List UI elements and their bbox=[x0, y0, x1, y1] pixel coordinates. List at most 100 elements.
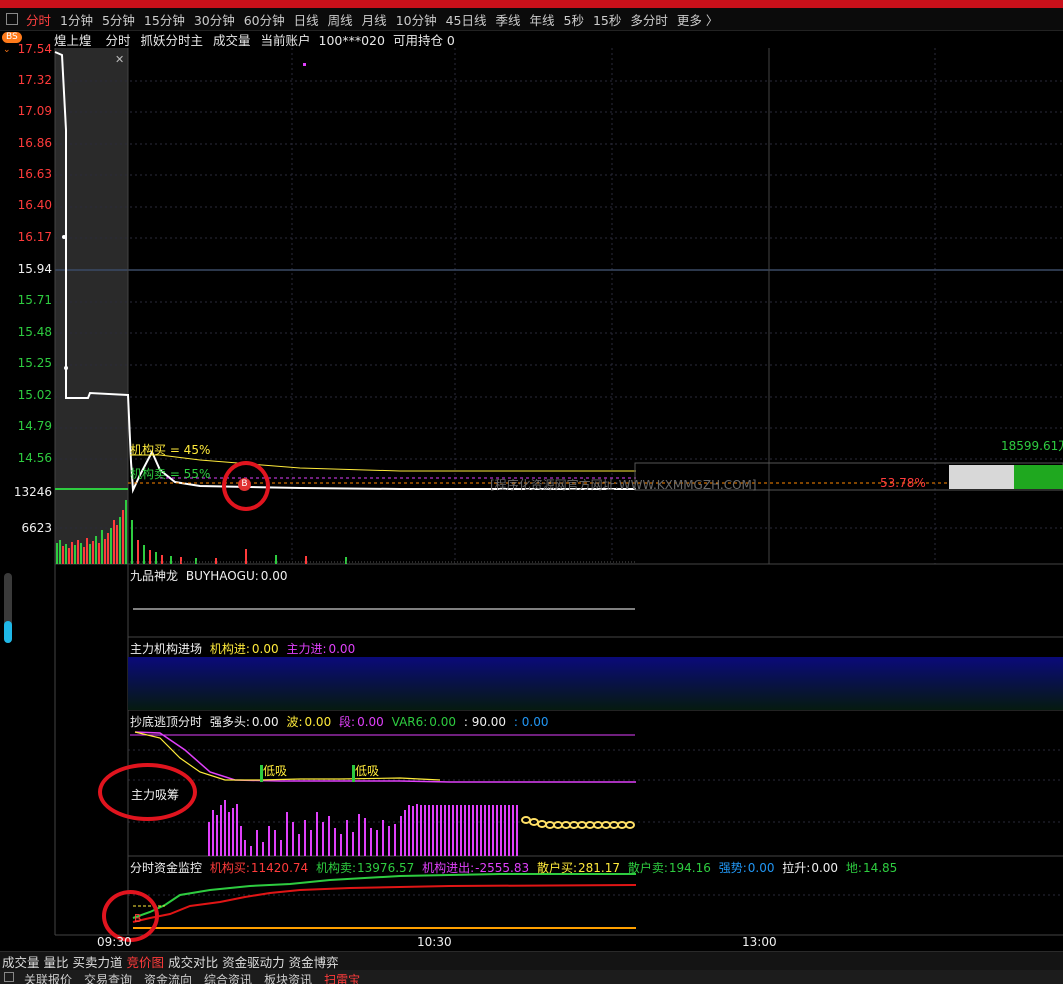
period-tab[interactable]: 分时 bbox=[26, 10, 51, 29]
stock-name[interactable]: 煌上煌 bbox=[54, 33, 92, 48]
absorb-bars bbox=[208, 800, 518, 856]
period-tab[interactable]: 年线 bbox=[530, 10, 555, 29]
volume-axis-mid: 6623 bbox=[21, 521, 52, 535]
panel-bottom-top-name[interactable]: 抄底逃顶分时 bbox=[130, 715, 202, 729]
inst-buy-money-label: 机构买: bbox=[209, 861, 250, 875]
panel-buyhaogu-title: 九品神龙 BUYHAOGU: 0.00 bbox=[130, 567, 292, 584]
period-tab[interactable]: 10分钟 bbox=[396, 10, 437, 29]
window-title-bar bbox=[0, 0, 1063, 8]
price-tick-label: 14.56 bbox=[17, 451, 52, 465]
price-tick-label: 17.54 bbox=[17, 42, 52, 56]
ground-value: 14.85 bbox=[862, 861, 898, 875]
volume-label[interactable]: 成交量 bbox=[213, 33, 251, 48]
period-tab[interactable]: 5秒 bbox=[564, 10, 584, 29]
info-tab[interactable]: 综合资讯 bbox=[204, 970, 252, 984]
period-tab[interactable]: 15分钟 bbox=[144, 10, 185, 29]
retail-sell-value: 194.16 bbox=[668, 861, 711, 875]
price-marker bbox=[303, 63, 306, 66]
panel-buyhaogu-name[interactable]: 九品神龙 bbox=[130, 569, 178, 583]
low-buy-label-1: 低吸 bbox=[263, 764, 288, 778]
retail-sell-label: 散户卖: bbox=[627, 861, 668, 875]
info-tab[interactable]: 交易查询 bbox=[84, 970, 132, 984]
indicator-name[interactable]: 抓妖分时主 bbox=[141, 33, 204, 48]
period-tab[interactable]: 1分钟 bbox=[60, 10, 93, 29]
period-tab[interactable]: 日线 bbox=[294, 10, 319, 29]
price-tick-label: 16.86 bbox=[17, 136, 52, 150]
highlight-circle bbox=[222, 461, 270, 511]
inst-buy-money-value: 11420.74 bbox=[250, 861, 309, 875]
bottom-info-tabs: 关联报价 交易查询 资金流向 综合资讯 板块资讯 扫雷宝 bbox=[0, 970, 1063, 984]
bottom-tab[interactable]: 成交量 bbox=[2, 952, 40, 971]
scrollbar-thumb[interactable] bbox=[4, 621, 12, 643]
account-id[interactable]: 100***020 bbox=[319, 33, 385, 48]
info-tab[interactable]: 资金流向 bbox=[144, 970, 192, 984]
period-tab[interactable]: 月线 bbox=[362, 10, 387, 29]
volume-axis-max: 13246 bbox=[13, 485, 52, 499]
wave-label: 波: bbox=[286, 715, 303, 729]
inst-net-label: 机构进出: bbox=[422, 861, 475, 875]
inst-buy-label: 机构买 = 45% bbox=[130, 443, 211, 457]
pull-value: 0.00 bbox=[811, 861, 839, 875]
vertical-scrollbar[interactable] bbox=[4, 573, 12, 643]
period-tab[interactable]: 60分钟 bbox=[244, 10, 285, 29]
bottom-tab[interactable]: 资金博弈 bbox=[289, 952, 339, 971]
inst-sell-label: 机构卖 = 55% bbox=[130, 467, 211, 481]
period-tab[interactable]: 45日线 bbox=[446, 10, 487, 29]
price-tick-label: 15.94 bbox=[17, 262, 52, 276]
inst-in-value: 0.00 bbox=[251, 642, 279, 656]
panel-inst-entry-name[interactable]: 主力机构进场 bbox=[130, 642, 202, 656]
price-tick-label: 15.02 bbox=[17, 388, 52, 402]
bottom-tab[interactable]: 成交对比 bbox=[168, 952, 218, 971]
period-tab-bar: 分时 1分钟 5分钟 15分钟 30分钟 60分钟 日线 周线 月线 10分钟 45日线 季线 年线 5秒… bbox=[0, 8, 1063, 31]
info-tab[interactable]: 板块资讯 bbox=[264, 970, 312, 984]
inst-entry-band bbox=[128, 657, 1063, 710]
panel-bottom-top-title: 抄底逃顶分时 强多头: 0.00 波: 0.00 段: 0.00 VAR6: 0.00 … bbox=[130, 713, 552, 730]
info-tab[interactable]: 扫雷宝 bbox=[324, 970, 360, 984]
bottom-tab[interactable]: 竞价图 bbox=[127, 952, 165, 971]
pull-label: 拉升: bbox=[782, 861, 811, 875]
strength-bar-neutral bbox=[949, 465, 1014, 489]
seg-value: 0.00 bbox=[357, 715, 384, 729]
bottom-tab[interactable]: 量比 bbox=[44, 952, 69, 971]
var6-label: VAR6: bbox=[391, 715, 428, 729]
period-tab[interactable]: 多分时 bbox=[630, 10, 668, 29]
period-tab[interactable]: 季线 bbox=[496, 10, 521, 29]
panel-fund-monitor-title: 分时资金监控 机构买:11420.74 机构卖:13976.57 机构进出:-2… bbox=[130, 859, 901, 876]
period-tab[interactable]: 30分钟 bbox=[194, 10, 235, 29]
chart-mode: 分时 bbox=[105, 33, 131, 48]
period-tab[interactable]: 5分钟 bbox=[102, 10, 135, 29]
wave-value: 0.00 bbox=[304, 715, 332, 729]
inst-net-value: -2555.83 bbox=[475, 861, 530, 875]
bottom-tab[interactable]: 买卖力道 bbox=[73, 952, 123, 971]
time-label-open: 09:30 bbox=[97, 935, 132, 949]
bottom-tab[interactable]: 资金驱动力 bbox=[222, 952, 285, 971]
period-tab[interactable]: 15秒 bbox=[593, 10, 621, 29]
price-tick-label: 17.32 bbox=[17, 73, 52, 87]
level-value: : 90.00 bbox=[463, 715, 507, 729]
stock-info-line: 煌上煌 分时 抓妖分时主 成交量 当前账户 100***020 可用持仓 0 bbox=[54, 30, 461, 48]
price-point bbox=[64, 366, 68, 370]
price-tick-label: 17.09 bbox=[17, 104, 52, 118]
panel-toggle-icon[interactable] bbox=[4, 972, 14, 982]
panel-buyhaogu-label: BUYHAOGU: bbox=[185, 569, 259, 583]
info-tab[interactable]: 关联报价 bbox=[24, 970, 72, 984]
panel-fund-monitor-name[interactable]: 分时资金监控 bbox=[130, 861, 202, 875]
inst-buy-money-line bbox=[132, 873, 636, 919]
var6-value: 0.00 bbox=[429, 715, 457, 729]
strength-bar-buy bbox=[1014, 465, 1063, 489]
inst-in-label: 机构进: bbox=[209, 642, 250, 656]
price-tick-label: 16.17 bbox=[17, 230, 52, 244]
period-tab[interactable]: 周线 bbox=[328, 10, 353, 29]
period-tab[interactable]: 更多 〉 bbox=[677, 10, 718, 29]
amount-right: 18599.61万 bbox=[1001, 439, 1063, 453]
highlight-circle bbox=[98, 763, 197, 821]
price-point bbox=[62, 235, 66, 239]
bottom-indicator-tabs: 成交量 量比 买卖力道 竞价图 成交对比 资金驱动力 资金博弈 bbox=[0, 951, 1063, 971]
watermark: [程序化资源网官方网址:WWW.KXMMGZH.COM] bbox=[490, 478, 757, 492]
sidebar-toggle-icon[interactable] bbox=[6, 13, 18, 25]
strong-label: 强多头: bbox=[209, 715, 250, 729]
price-tick-label: 15.25 bbox=[17, 356, 52, 370]
main-in-value: 0.00 bbox=[328, 642, 356, 656]
time-label-afternoon: 13:00 bbox=[742, 935, 777, 949]
trend-line bbox=[134, 731, 636, 783]
